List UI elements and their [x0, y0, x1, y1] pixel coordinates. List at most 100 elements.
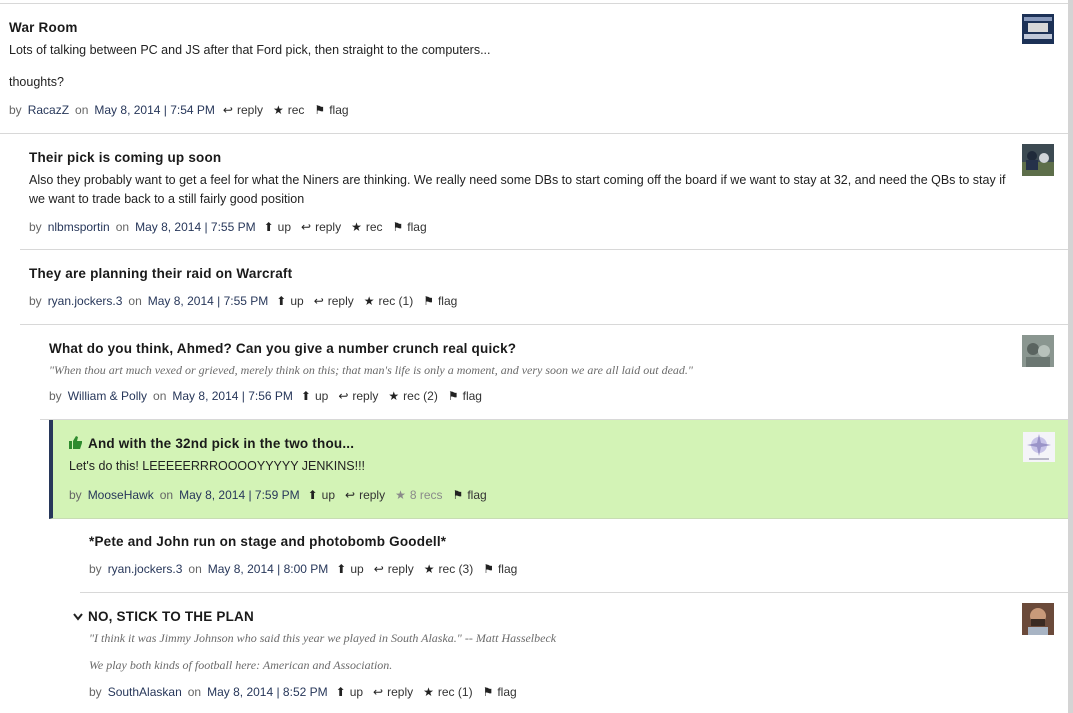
date-link[interactable]: May 8, 2014 | 7:59 PM — [179, 488, 300, 502]
reply-arrow-icon: ↩ — [345, 488, 356, 502]
up-button[interactable]: ⬆ up — [308, 488, 335, 502]
reply-button[interactable]: ↩ reply — [345, 488, 385, 502]
chevron-down-icon[interactable] — [73, 612, 83, 624]
flag-icon: ⚑ — [314, 103, 326, 117]
on-label: on — [115, 220, 130, 234]
avatar[interactable] — [1022, 603, 1054, 635]
on-label: on — [75, 103, 89, 117]
up-button[interactable]: ⬆ up — [336, 685, 363, 699]
author-link[interactable]: William & Polly — [68, 389, 147, 403]
flag-icon: ⚑ — [452, 488, 464, 502]
reply-label: reply — [315, 220, 342, 234]
up-arrow-icon: ⬆ — [335, 685, 346, 699]
author-link[interactable]: ryan.jockers.3 — [48, 294, 123, 308]
comment-meta: by RacazZ on May 8, 2014 | 7:54 PM ↩ repl… — [9, 103, 349, 117]
flag-button[interactable]: ⚑ flag — [314, 103, 348, 117]
flag-button[interactable]: ⚑ flag — [483, 685, 517, 699]
star-icon: ★ — [395, 488, 406, 502]
reply-button[interactable]: ↩ reply — [301, 220, 341, 234]
up-button[interactable]: ⬆ up — [301, 389, 328, 403]
author-link[interactable]: ryan.jockers.3 — [108, 562, 183, 576]
comment-their-pick: Their pick is coming up soon Also they p… — [20, 134, 1068, 250]
signature-quote-line2: We play both kinds of football here: Ame… — [89, 658, 393, 672]
rec-button[interactable]: ★ rec — [351, 220, 382, 234]
comment-title[interactable]: Their pick is coming up soon — [29, 150, 221, 165]
up-label: up — [290, 294, 304, 308]
flag-label: flag — [497, 562, 518, 576]
comment-body: Let's do this! LEEEEERRROOOOYYYYY JENKIN… — [69, 459, 366, 473]
reply-arrow-icon: ↩ — [373, 685, 384, 699]
date-link[interactable]: May 8, 2014 | 8:00 PM — [208, 562, 329, 576]
flag-label: flag — [407, 220, 427, 234]
comment-stick-to-plan: NO, STICK TO THE PLAN "I think it was Ji… — [64, 593, 1068, 713]
avatar[interactable] — [1022, 335, 1054, 367]
on-label: on — [187, 685, 202, 699]
reply-arrow-icon: ↩ — [222, 103, 233, 117]
rec-label: rec (1) — [437, 685, 473, 699]
comment-raid-warcraft: They are planning their raid on Warcraft… — [20, 250, 1068, 325]
date-link[interactable]: May 8, 2014 | 7:56 PM — [172, 389, 293, 403]
up-button[interactable]: ⬆ up — [276, 294, 303, 308]
reply-arrow-icon: ↩ — [338, 389, 349, 403]
comment-title[interactable]: War Room — [9, 20, 78, 35]
comment-meta: by MooseHawk on May 8, 2014 | 7:59 PM ⬆ u… — [69, 488, 487, 502]
reply-button[interactable]: ↩ reply — [338, 389, 378, 403]
reply-button[interactable]: ↩ reply — [373, 685, 413, 699]
date-link[interactable]: May 8, 2014 | 7:55 PM — [148, 294, 269, 308]
rec-button[interactable]: ★ rec (1) — [364, 294, 413, 308]
comment-title[interactable]: *Pete and John run on stage and photobom… — [89, 534, 446, 549]
flag-label: flag — [467, 488, 487, 502]
date-link[interactable]: May 8, 2014 | 8:52 PM — [207, 685, 328, 699]
flag-button[interactable]: ⚑ flag — [423, 294, 457, 308]
rec-button[interactable]: ★ rec — [273, 103, 304, 117]
football-photo-avatar — [1022, 144, 1054, 176]
rec-button[interactable]: ★ rec (3) — [424, 562, 473, 576]
up-button[interactable]: ⬆ up — [336, 562, 363, 576]
flag-button[interactable]: ⚑ flag — [393, 220, 427, 234]
comment-title[interactable]: They are planning their raid on Warcraft — [29, 266, 292, 281]
rec-label: 8 recs — [409, 488, 443, 502]
rec-button[interactable]: ★ rec (2) — [388, 389, 437, 403]
reply-button[interactable]: ↩ reply — [223, 103, 263, 117]
author-link[interactable]: nlbmsportin — [48, 220, 110, 234]
flag-button[interactable]: ⚑ flag — [453, 488, 487, 502]
up-button[interactable]: ⬆ up — [264, 220, 291, 234]
rec-label: rec (3) — [438, 562, 474, 576]
flag-button[interactable]: ⚑ flag — [483, 562, 517, 576]
rec-label: rec (1) — [378, 294, 414, 308]
by-label: by — [89, 685, 102, 699]
avatar[interactable] — [1022, 14, 1054, 44]
comment-title[interactable]: And with the 32nd pick in the two thou..… — [69, 436, 354, 451]
reply-label: reply — [352, 389, 379, 403]
author-link[interactable]: SouthAlaskan — [108, 685, 182, 699]
author-link[interactable]: MooseHawk — [88, 488, 154, 502]
by-label: by — [89, 562, 102, 576]
avatar[interactable] — [1022, 144, 1054, 176]
up-arrow-icon: ⬆ — [336, 562, 347, 576]
on-label: on — [159, 488, 174, 502]
avatar[interactable] — [1023, 432, 1055, 462]
star-icon: ★ — [388, 389, 400, 403]
comment-title[interactable]: What do you think, Ahmed? Can you give a… — [49, 341, 516, 356]
date-link[interactable]: May 8, 2014 | 7:55 PM — [135, 220, 256, 234]
flag-label: flag — [437, 294, 458, 308]
comment-war-room: War Room Lots of talking between PC and … — [0, 4, 1068, 134]
rec-button[interactable]: ★ rec (1) — [423, 685, 472, 699]
comment-title[interactable]: NO, STICK TO THE PLAN — [73, 609, 254, 624]
scrollbar-track[interactable] — [1068, 0, 1073, 713]
reply-arrow-icon: ↩ — [373, 562, 384, 576]
flag-icon: ⚑ — [447, 389, 459, 403]
comment-number-crunch: What do you think, Ahmed? Can you give a… — [40, 325, 1068, 420]
reply-button[interactable]: ↩ reply — [374, 562, 414, 576]
flag-icon: ⚑ — [423, 294, 434, 308]
flag-button[interactable]: ⚑ flag — [448, 389, 482, 403]
scrollbar-thumb[interactable] — [1068, 0, 1073, 713]
by-label: by — [9, 103, 22, 117]
comment-meta: by nlbmsportin on May 8, 2014 | 7:55 PM … — [29, 220, 427, 234]
up-arrow-icon: ⬆ — [307, 488, 318, 502]
author-link[interactable]: RacazZ — [28, 103, 69, 117]
up-label: up — [349, 685, 364, 699]
up-label: up — [277, 220, 292, 234]
reply-button[interactable]: ↩ reply — [314, 294, 354, 308]
date-link[interactable]: May 8, 2014 | 7:54 PM — [94, 103, 215, 117]
